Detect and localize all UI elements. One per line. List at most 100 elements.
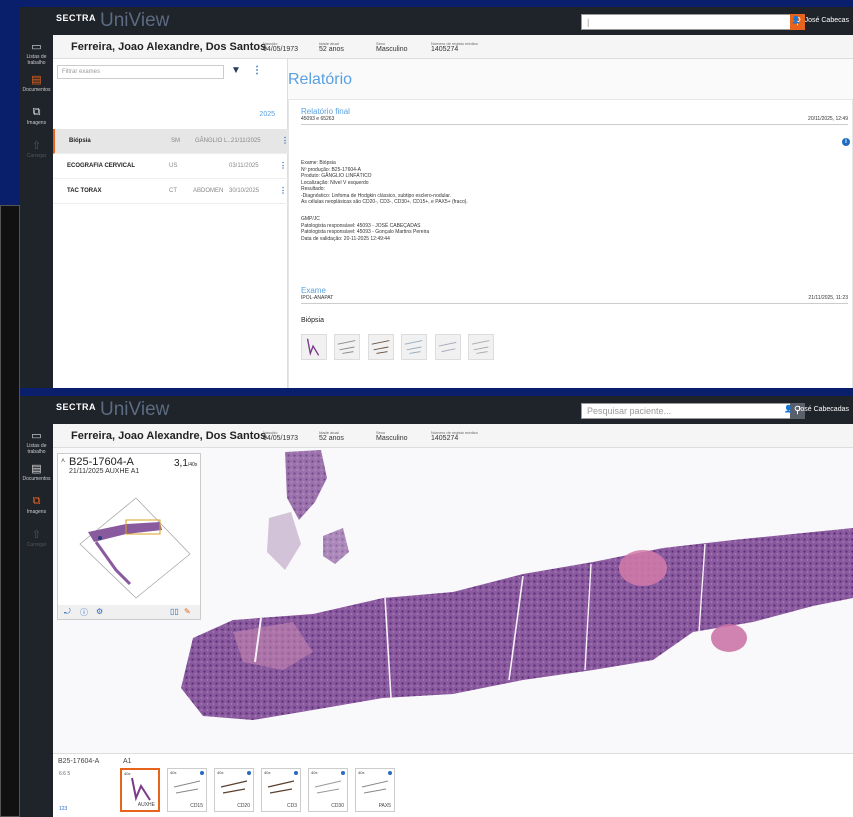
slide-thumbnail[interactable] — [434, 334, 461, 360]
section-meta: IPOL-ANAPAT 21/11/2025, 11:23 — [301, 295, 848, 304]
slide-stain: PAX5 — [378, 803, 391, 809]
nav-images[interactable]: ⧉ Imagens — [20, 101, 53, 134]
brand-name: SECTRA — [56, 13, 97, 23]
product-name: UniView — [100, 10, 170, 31]
slide-preview — [173, 780, 201, 794]
slide-thumbnail[interactable] — [367, 334, 394, 360]
slide-thumbnail[interactable] — [301, 334, 327, 360]
field-value: 52 anos — [319, 435, 344, 442]
nav-label: Imagens — [26, 509, 47, 515]
field-value: 1405274 — [431, 435, 459, 442]
slide-thumb-cd3[interactable]: 40x CD3 — [261, 768, 301, 812]
status-dot — [294, 771, 298, 775]
nav-upload[interactable]: ⇧ Carregar — [20, 134, 53, 167]
report-body: Exame: Biópsia Nº produção: B25-17604-A … — [301, 160, 468, 206]
app-logo: SECTRA UniView — [56, 399, 169, 421]
field-value: 52 anos — [319, 46, 344, 53]
year-group: 2025 — [259, 111, 275, 118]
more-options-icon[interactable]: ⋮ — [252, 65, 262, 76]
section-heading: Relatório final — [301, 107, 350, 116]
nav-documents[interactable]: ▤ Documentos — [20, 68, 53, 101]
slide-thumb-cd15[interactable]: 40x CD15 — [167, 768, 207, 812]
exam-name: Biópsia — [69, 138, 91, 144]
patient-name: Ferreira, Joao Alexandre, Dos Santos — [71, 430, 267, 442]
status-dot — [341, 771, 345, 775]
nav-upload[interactable]: ⇧ Carregar — [20, 523, 53, 556]
clipboard-icon: ▭ — [31, 41, 42, 53]
report-card: Relatório final 45093 e 65263 20/11/2025,… — [288, 99, 853, 388]
collapse-icon[interactable]: ˄ — [61, 458, 65, 465]
nav-worklists[interactable]: ▭ Listas de trabalho — [20, 424, 53, 457]
nav-label: Imagens — [26, 120, 47, 126]
report-title: Relatório — [288, 71, 353, 88]
patient-record-number: Número de registo médico 1405274 — [431, 41, 478, 54]
exam-date: 21/11/2025 — [231, 138, 261, 144]
report-panel: Relatório Relatório final 45093 e 65263 2… — [288, 59, 853, 388]
slide-strip: B25-17604-A A1 6:6 5 123 40x AUXHE 40x C… — [53, 753, 853, 817]
patient-search-input[interactable]: Pesquisar paciente... — [581, 403, 791, 419]
exam-row[interactable]: TAC TORAX CT ABDOMEN 30/10/2025 ⋮ — [53, 179, 288, 204]
filter-icon[interactable]: ▼ — [231, 65, 241, 76]
field-value: Masculino — [376, 46, 408, 53]
slide-stain: CD3 — [286, 803, 297, 809]
side-nav: ▭ Listas de trabalho ▤ Documentos ⧉ Imagens… — [20, 35, 53, 388]
slide-preview — [131, 777, 151, 802]
status-dot — [200, 771, 204, 775]
nav-label: Documentos — [22, 87, 51, 93]
slide-thumbnail[interactable] — [334, 334, 361, 360]
settings-icon[interactable]: ⚙ — [96, 607, 103, 616]
field-value: 04/05/1973 — [263, 435, 299, 442]
user-menu[interactable]: 👤 José Cabecas — [792, 16, 849, 24]
row-menu-icon[interactable]: ⋮ — [279, 186, 287, 195]
strip-count: 123 — [59, 806, 68, 812]
exam-date: 30/10/2025 — [229, 188, 260, 194]
info-icon[interactable]: ⓘ — [80, 607, 88, 618]
final-report-section: Relatório final 45093 e 65263 20/11/2025,… — [301, 107, 848, 125]
overview-panel[interactable]: ˄ B25-17604-A 21/11/2025 AUXHE A1 3,1/40… — [57, 453, 201, 620]
strip-block: A1 — [123, 758, 132, 765]
slide-thumb-auxhe[interactable]: 40x AUXHE — [120, 768, 160, 812]
zoom-level[interactable]: 3,1/40x — [174, 458, 197, 469]
stain-icon[interactable]: ✎ — [184, 607, 191, 616]
background-window — [0, 205, 20, 817]
top-bar: SECTRA UniView Pesquisar paciente... ⚲ 👤 J… — [20, 396, 853, 424]
nav-worklists[interactable]: ▭ Listas de trabalho — [20, 35, 53, 68]
exam-organ: GÂNGLIO L... — [195, 138, 233, 144]
patient-search-input[interactable]: | — [581, 14, 791, 30]
patient-age: Idade atual 52 anos — [319, 41, 344, 54]
barcode-icon[interactable]: ▯▯ — [170, 607, 179, 616]
slide-preview — [361, 780, 389, 794]
slide-thumbnail[interactable] — [468, 334, 495, 360]
patient-dob: Nascido 04/05/1973 — [263, 430, 298, 443]
slide-stain: CD15 — [190, 803, 203, 809]
image-viewer-window: SECTRA UniView Pesquisar paciente... ⚲ 👤 J… — [20, 396, 853, 817]
rotate-icon[interactable]: ⤾ — [64, 607, 71, 617]
nav-documents[interactable]: ▤ Documentos — [20, 457, 53, 490]
slide-thumb-cd20[interactable]: 40x CD20 — [214, 768, 254, 812]
app-logo: SECTRA UniView — [56, 10, 169, 32]
overview-thumbnail[interactable] — [66, 494, 196, 602]
nav-label: Carregar — [26, 542, 47, 548]
exam-row[interactable]: ECOGRAFIA CERVICAL US 03/11/2025 ⋮ — [53, 154, 288, 179]
slide-stain: CD20 — [237, 803, 250, 809]
document-icon: ▤ — [31, 463, 42, 475]
slide-thumbnail[interactable] — [401, 334, 428, 360]
exam-modality: CT — [169, 188, 177, 194]
nav-images[interactable]: ⧉ Imagens — [20, 490, 53, 523]
info-icon[interactable]: i — [842, 138, 850, 146]
exam-row[interactable]: Biópsia SM GÂNGLIO L... 21/11/2025 ⋮ — [53, 129, 289, 154]
row-menu-icon[interactable]: ⋮ — [279, 161, 287, 170]
side-nav: ▭ Listas de trabalho ▤ Documentos ⧉ Imagens… — [20, 424, 53, 817]
slide-preview — [267, 780, 295, 794]
filter-exams-input[interactable]: Filtrar exames — [57, 65, 224, 79]
slide-thumbnails — [301, 334, 497, 365]
status-dot — [247, 771, 251, 775]
slide-thumb-cd30[interactable]: 40x CD30 — [308, 768, 348, 812]
exam-modality: US — [169, 163, 178, 169]
slide-mag: 40x — [311, 770, 318, 775]
images-icon: ⧉ — [32, 106, 41, 118]
user-name: José Cabecas — [804, 17, 849, 24]
exam-name: ECOGRAFIA CERVICAL — [67, 163, 136, 169]
user-menu[interactable]: 👤 José Cabecadas — [784, 405, 849, 413]
slide-thumb-pax5[interactable]: 40x PAX5 — [355, 768, 395, 812]
